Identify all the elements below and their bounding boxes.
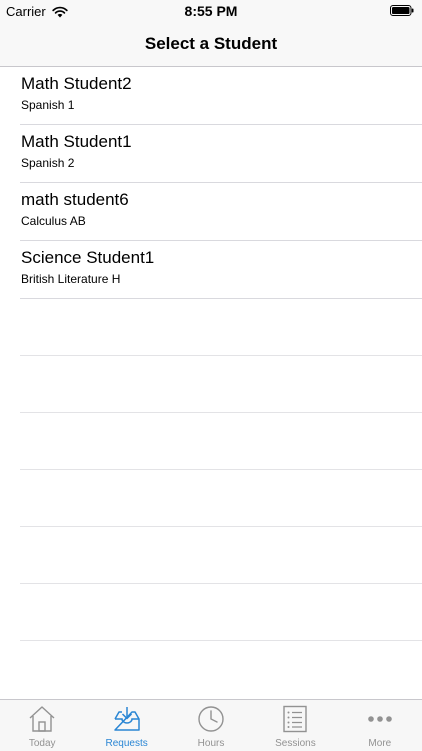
student-name: Science Student1: [21, 248, 155, 267]
tab-more[interactable]: More: [338, 700, 422, 751]
status-time: 8:55 PM: [184, 3, 238, 19]
student-list: Math Student2 Spanish 1 Math Student1 Sp…: [0, 67, 422, 641]
list-icon: [283, 705, 308, 733]
student-course: Calculus AB: [21, 214, 86, 228]
tab-requests-label: Requests: [105, 738, 148, 749]
empty-row: [20, 413, 422, 470]
student-course: Spanish 1: [21, 98, 75, 112]
tab-hours[interactable]: Hours: [169, 700, 253, 751]
student-row[interactable]: Math Student2 Spanish 1: [20, 67, 422, 125]
clock-icon: [198, 706, 224, 732]
student-row[interactable]: math student6 Calculus AB: [20, 183, 422, 241]
student-name: Math Student2: [21, 74, 132, 93]
empty-row: [20, 356, 422, 413]
tab-today-label: Today: [28, 738, 56, 749]
student-row[interactable]: Science Student1 British Literature H: [20, 241, 422, 299]
house-icon: [29, 706, 55, 732]
more-icon: [368, 716, 392, 722]
student-course: British Literature H: [21, 272, 121, 286]
tab-hours-label: Hours: [197, 738, 225, 749]
tab-more-label: More: [368, 738, 392, 749]
empty-row: [20, 527, 422, 584]
tab-today[interactable]: Today: [0, 700, 84, 751]
student-name: Math Student1: [21, 132, 132, 151]
student-name: math student6: [21, 190, 129, 209]
battery-icon: [390, 5, 414, 16]
inbox-icon: [113, 707, 140, 731]
student-course: Spanish 2: [21, 156, 75, 170]
empty-row: [20, 584, 422, 641]
empty-row: [20, 299, 422, 356]
page-title: Select a Student: [144, 34, 278, 53]
empty-row: [20, 470, 422, 527]
tab-bar: Today Requests Hours Sessions More: [0, 699, 422, 751]
tab-requests[interactable]: Requests: [84, 700, 168, 751]
student-row[interactable]: Math Student1 Spanish 2: [20, 125, 422, 183]
tab-sessions-label: Sessions: [275, 738, 316, 749]
tab-sessions[interactable]: Sessions: [253, 700, 337, 751]
navigation-bar: Select a Student: [0, 24, 422, 67]
status-bar: Carrier 8:55 PM: [0, 0, 422, 24]
